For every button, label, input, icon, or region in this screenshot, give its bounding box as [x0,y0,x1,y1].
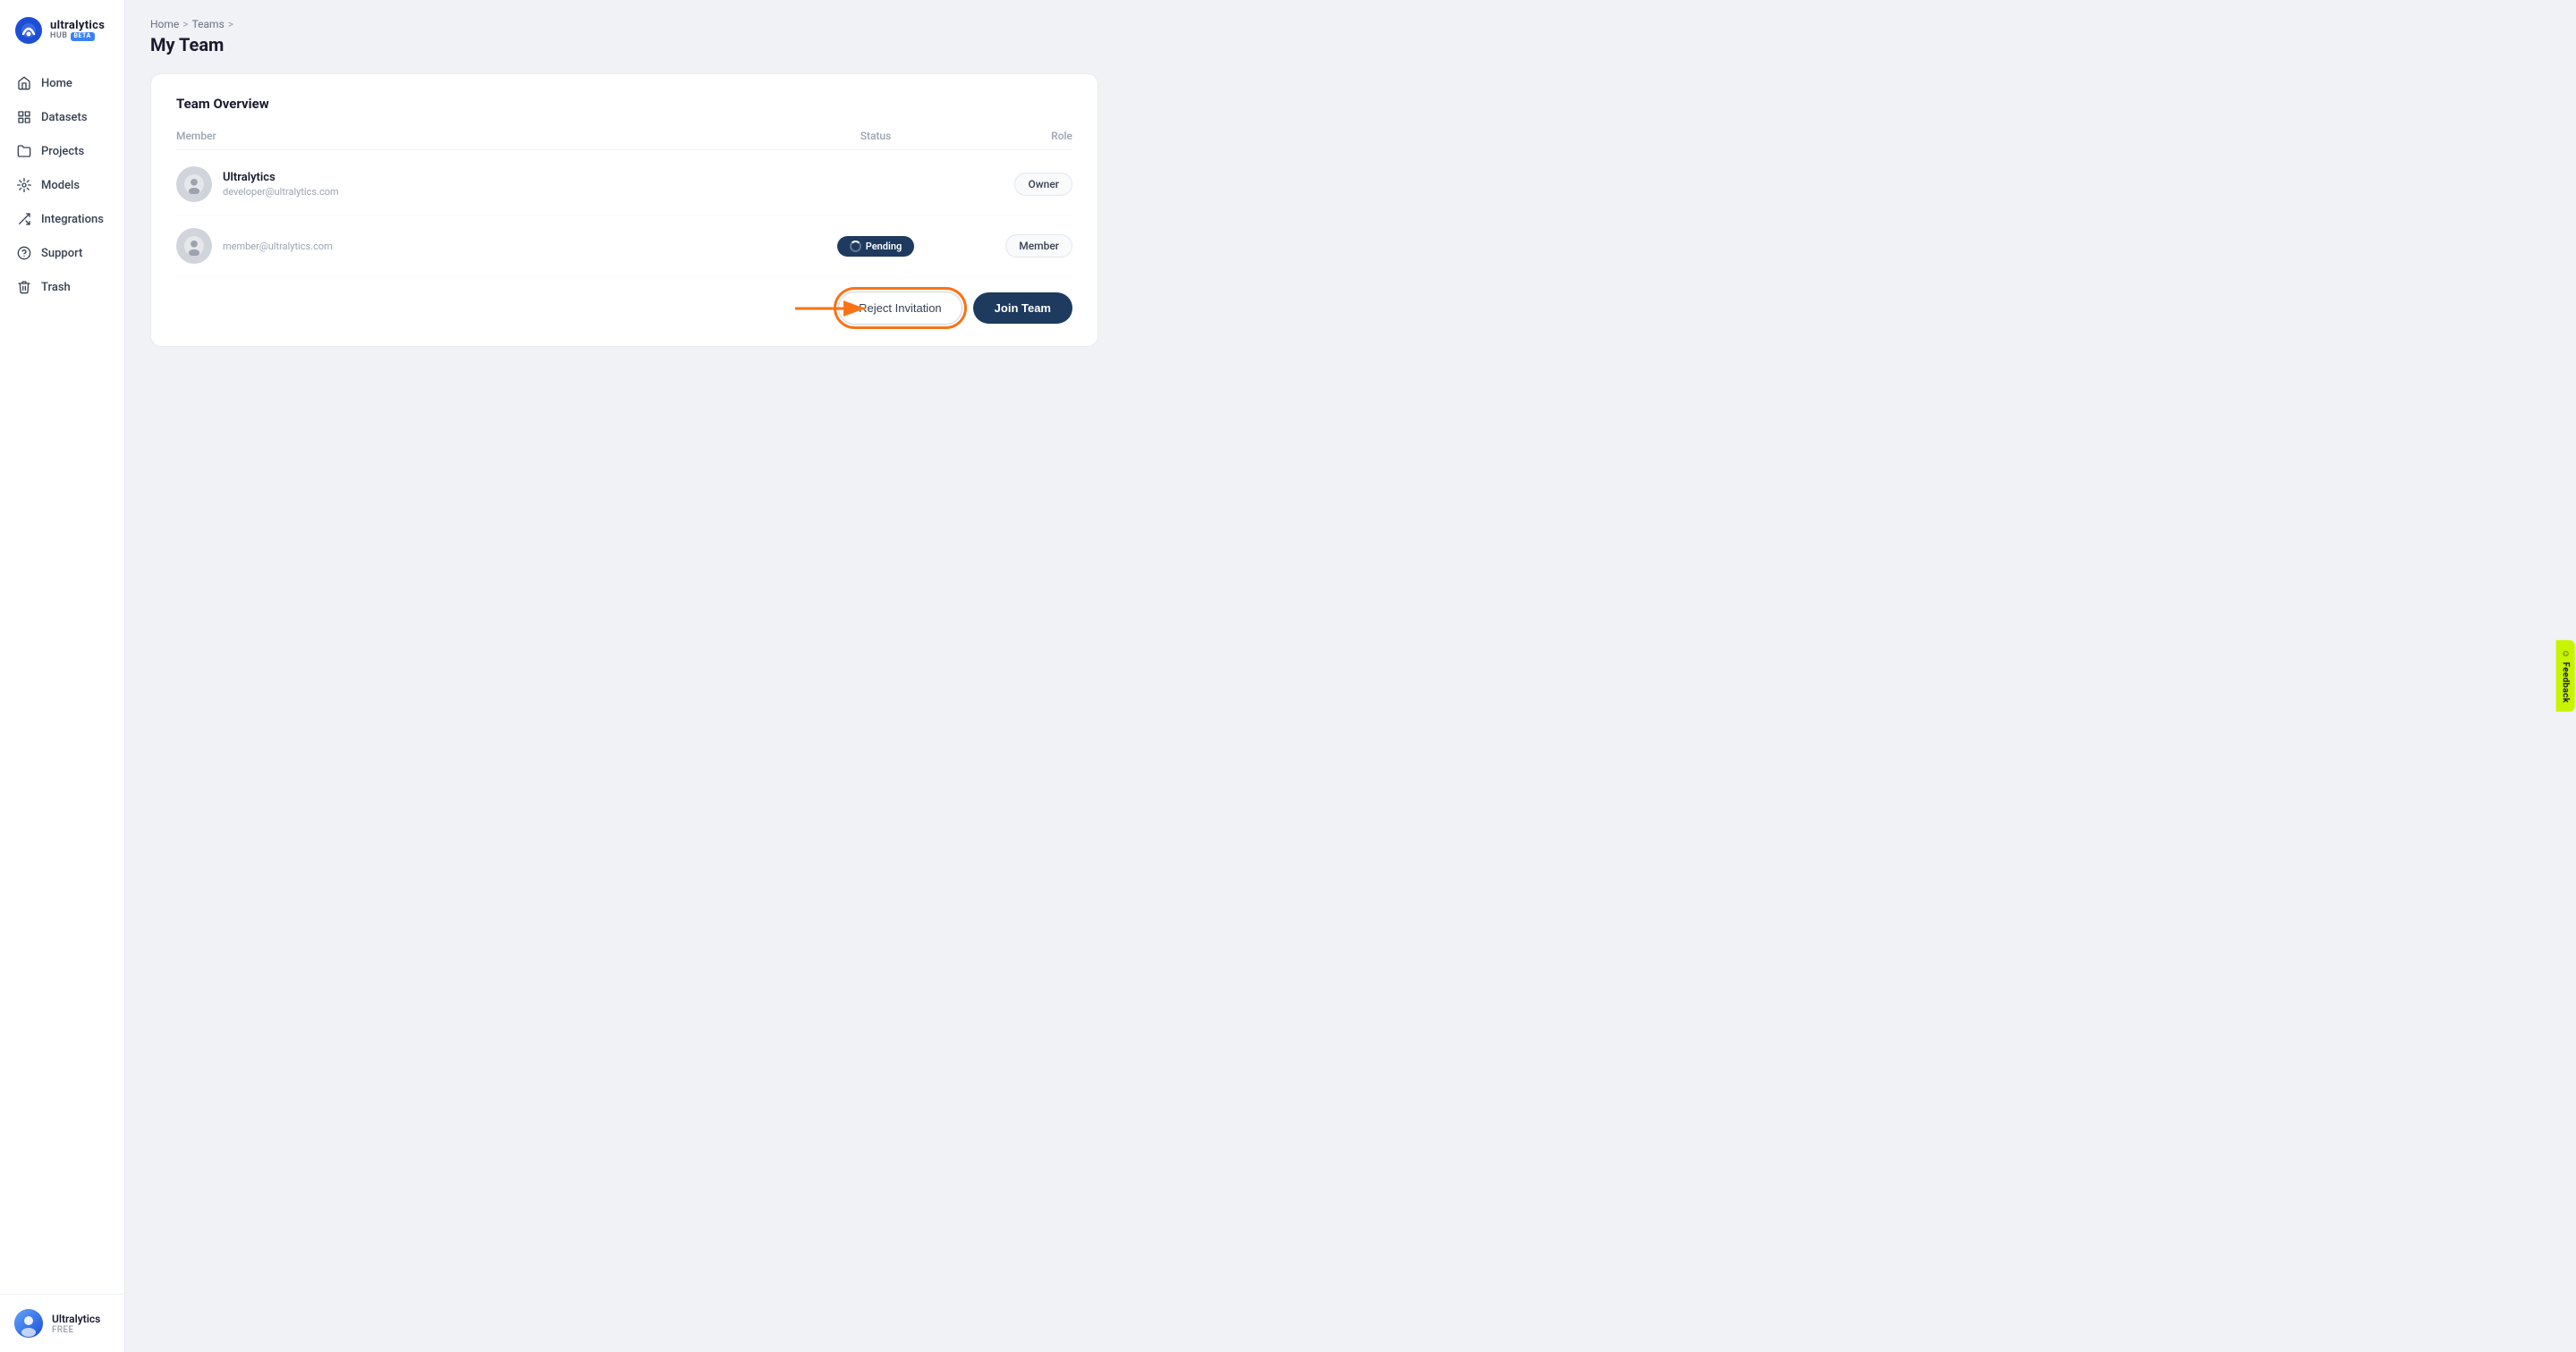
sidebar-item-home-label: Home [41,77,72,90]
sidebar-item-models-label: Models [41,179,80,192]
col-status: Status [786,130,965,142]
table-row: member@ultralytics.com Pending Member [176,215,1072,277]
role-badge: Owner [1014,173,1072,196]
sidebar-nav: Home Datasets Projects [0,59,124,1294]
avatar [176,166,212,202]
member-info: Ultralytics developer@ultralytics.com [176,166,786,202]
feedback-emoji: ☺ [2560,649,2570,659]
support-icon [16,245,32,261]
sidebar-item-home[interactable]: Home [0,66,124,100]
role-badge: Member [1005,234,1072,258]
col-role: Role [965,130,1072,142]
member-details: Ultralytics developer@ultralytics.com [223,171,339,198]
logo-title: ultralytics [50,20,105,32]
sidebar-item-datasets[interactable]: Datasets [0,100,124,134]
table-row: Ultralytics developer@ultralytics.com Ow… [176,154,1072,215]
pending-label: Pending [866,241,902,252]
member-email: developer@ultralytics.com [223,186,339,198]
logo-subtitle: HUB BETA [50,32,105,41]
arrow-annotation [793,292,874,325]
sidebar-item-integrations-label: Integrations [41,213,104,226]
sidebar-item-trash-label: Trash [41,281,71,294]
member-role: Owner [965,173,1072,196]
home-icon [16,75,32,91]
user-plan: FREE [52,1325,100,1335]
pending-badge: Pending [837,236,915,257]
sidebar-logo[interactable]: ultralytics HUB BETA [0,0,124,59]
breadcrumb: Home > Teams > [150,18,2551,30]
integrations-icon [16,211,32,227]
main-content: Home > Teams > My Team Team Overview Mem… [125,0,2576,1352]
breadcrumb-home[interactable]: Home [150,18,179,30]
avatar [14,1309,43,1338]
sidebar-bottom: Ultralytics FREE [0,1294,124,1352]
sidebar-item-datasets-label: Datasets [41,111,88,124]
beta-badge: BETA [71,32,95,41]
team-overview-title: Team Overview [176,96,1072,112]
user-info: Ultralytics FREE [52,1313,100,1335]
member-role: Member [965,234,1072,258]
sidebar-item-projects[interactable]: Projects [0,134,124,168]
member-status: Pending [786,236,965,257]
team-card: Team Overview Member Status Role Ultraly… [150,73,1098,347]
action-row: Reject Invitation Join Team [176,292,1072,325]
sidebar-item-support[interactable]: Support [0,236,124,270]
user-name: Ultralytics [52,1313,100,1325]
member-name: Ultralytics [223,171,339,184]
models-icon [16,177,32,193]
member-details: member@ultralytics.com [223,241,333,252]
breadcrumb-teams[interactable]: Teams [192,18,225,30]
feedback-tab[interactable]: ☺ Feedback [2555,640,2574,712]
col-member: Member [176,130,786,142]
projects-icon [16,143,32,159]
pending-spinner [850,241,861,252]
sidebar-item-trash[interactable]: Trash [0,270,124,304]
member-info: member@ultralytics.com [176,228,786,264]
avatar [176,228,212,264]
datasets-icon [16,109,32,125]
trash-icon [16,279,32,295]
sidebar-item-models[interactable]: Models [0,168,124,202]
member-email: member@ultralytics.com [223,241,333,252]
sidebar: ultralytics HUB BETA Home [0,0,125,1352]
table-header: Member Status Role [176,130,1072,150]
join-team-button[interactable]: Join Team [973,292,1072,324]
arrow-icon [793,292,874,325]
sidebar-item-support-label: Support [41,247,82,260]
sidebar-item-integrations[interactable]: Integrations [0,202,124,236]
page-title: My Team [150,34,2551,55]
feedback-label: Feedback [2560,662,2570,703]
user-profile[interactable]: Ultralytics FREE [14,1309,110,1338]
sidebar-item-projects-label: Projects [41,145,84,158]
